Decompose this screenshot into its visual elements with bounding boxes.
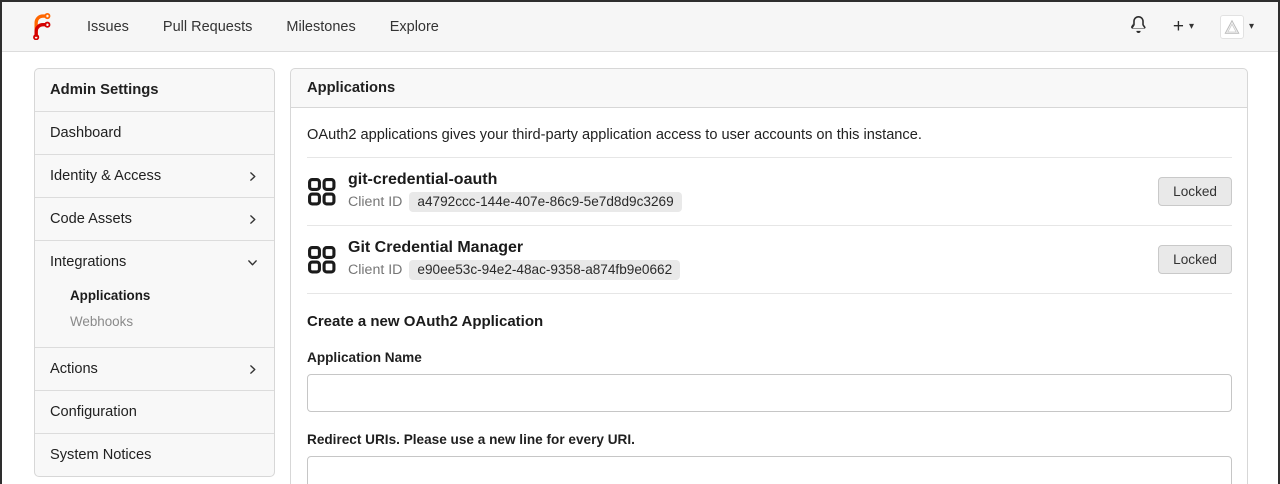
chevron-right-icon (246, 213, 259, 226)
page-content: Admin Settings Dashboard Identity & Acce… (2, 52, 1278, 484)
panel-title: Applications (290, 68, 1248, 108)
navbar-right: + ▾ ▾ (1130, 14, 1254, 39)
sidebar-item-integrations[interactable]: Integrations (35, 240, 274, 283)
chevron-down-icon (246, 256, 259, 269)
caret-down-icon: ▾ (1188, 20, 1194, 32)
locked-button[interactable]: Locked (1158, 177, 1232, 206)
app-info: git-credential-oauth Client ID a4792ccc-… (348, 171, 682, 212)
sidebar-subitem-applications[interactable]: Applications (35, 283, 274, 309)
client-id-label: Client ID (348, 262, 403, 278)
plus-icon: + (1172, 16, 1184, 37)
app-name: git-credential-oauth (348, 171, 498, 188)
navbar-links: Issues Pull Requests Milestones Explore (87, 19, 473, 35)
application-name-label: Application Name (307, 350, 422, 365)
sidebar-title: Admin Settings (50, 82, 159, 98)
admin-settings-sidebar: Admin Settings Dashboard Identity & Acce… (34, 68, 275, 477)
chevron-right-icon (246, 170, 259, 183)
client-id-value: a4792ccc-144e-407e-86c9-5e7d8d9c3269 (409, 192, 682, 212)
sidebar-item-system-notices[interactable]: System Notices (35, 433, 274, 476)
profile-dropdown[interactable]: ▾ (1219, 14, 1254, 39)
oauth2-app-row: git-credential-oauth Client ID a4792ccc-… (307, 158, 1232, 226)
oauth2-description: OAuth2 applications gives your third-par… (307, 127, 922, 143)
client-id-line: Client ID a4792ccc-144e-407e-86c9-5e7d8d… (348, 192, 682, 212)
app-info: Git Credential Manager Client ID e90ee53… (348, 239, 681, 280)
locked-button[interactable]: Locked (1158, 245, 1232, 274)
create-oauth2-section-title: Create a new OAuth2 Application (307, 313, 544, 330)
app-name: Git Credential Manager (348, 239, 524, 256)
redirect-uris-textarea[interactable] (307, 456, 1232, 484)
forgejo-logo-icon[interactable] (28, 12, 55, 42)
notifications-button[interactable] (1130, 15, 1147, 38)
nav-link-milestones[interactable]: Milestones (286, 19, 355, 35)
sidebar-item-label: Actions (50, 361, 98, 377)
application-name-input[interactable] (307, 374, 1232, 412)
sidebar-item-configuration[interactable]: Configuration (35, 390, 274, 433)
sidebar-item-code-assets[interactable]: Code Assets (35, 197, 274, 240)
client-id-line: Client ID e90ee53c-94e2-48ac-9358-a874fb… (348, 260, 681, 280)
sidebar-item-label: Configuration (50, 404, 137, 420)
avatar (1219, 14, 1244, 39)
oauth2-app-list: git-credential-oauth Client ID a4792ccc-… (307, 157, 1232, 294)
oauth2-app-row: Git Credential Manager Client ID e90ee53… (307, 226, 1232, 294)
nav-link-pull-requests[interactable]: Pull Requests (163, 19, 252, 35)
caret-down-icon: ▾ (1248, 20, 1254, 32)
client-id-value: e90ee53c-94e2-48ac-9358-a874fb9e0662 (409, 260, 681, 280)
create-new-dropdown[interactable]: + ▾ (1173, 17, 1194, 36)
apps-grid-icon (307, 245, 337, 275)
sidebar-item-identity-access[interactable]: Identity & Access (35, 154, 274, 197)
apps-grid-icon (307, 177, 337, 207)
panel-body: OAuth2 applications gives your third-par… (290, 108, 1248, 484)
sidebar-item-label: Dashboard (50, 125, 122, 141)
client-id-label: Client ID (348, 194, 403, 210)
nav-link-explore[interactable]: Explore (390, 19, 439, 35)
top-navbar: Issues Pull Requests Milestones Explore … (2, 2, 1278, 52)
sidebar-item-label: Identity & Access (50, 168, 162, 184)
sidebar-item-dashboard[interactable]: Dashboard (35, 111, 274, 154)
bell-icon (1130, 15, 1147, 38)
nav-link-issues[interactable]: Issues (87, 19, 129, 35)
sidebar-item-label: System Notices (50, 447, 152, 463)
sidebar-item-label: Integrations (50, 254, 127, 270)
applications-panel: Applications OAuth2 applications gives y… (290, 68, 1248, 484)
sidebar-item-actions[interactable]: Actions (35, 347, 274, 390)
chevron-right-icon (246, 363, 259, 376)
sidebar-subitem-webhooks[interactable]: Webhooks (35, 309, 274, 335)
sidebar-item-label: Code Assets (50, 211, 132, 227)
redirect-uris-label: Redirect URIs. Please use a new line for… (307, 432, 635, 447)
integrations-submenu: Applications Webhooks (35, 283, 274, 347)
